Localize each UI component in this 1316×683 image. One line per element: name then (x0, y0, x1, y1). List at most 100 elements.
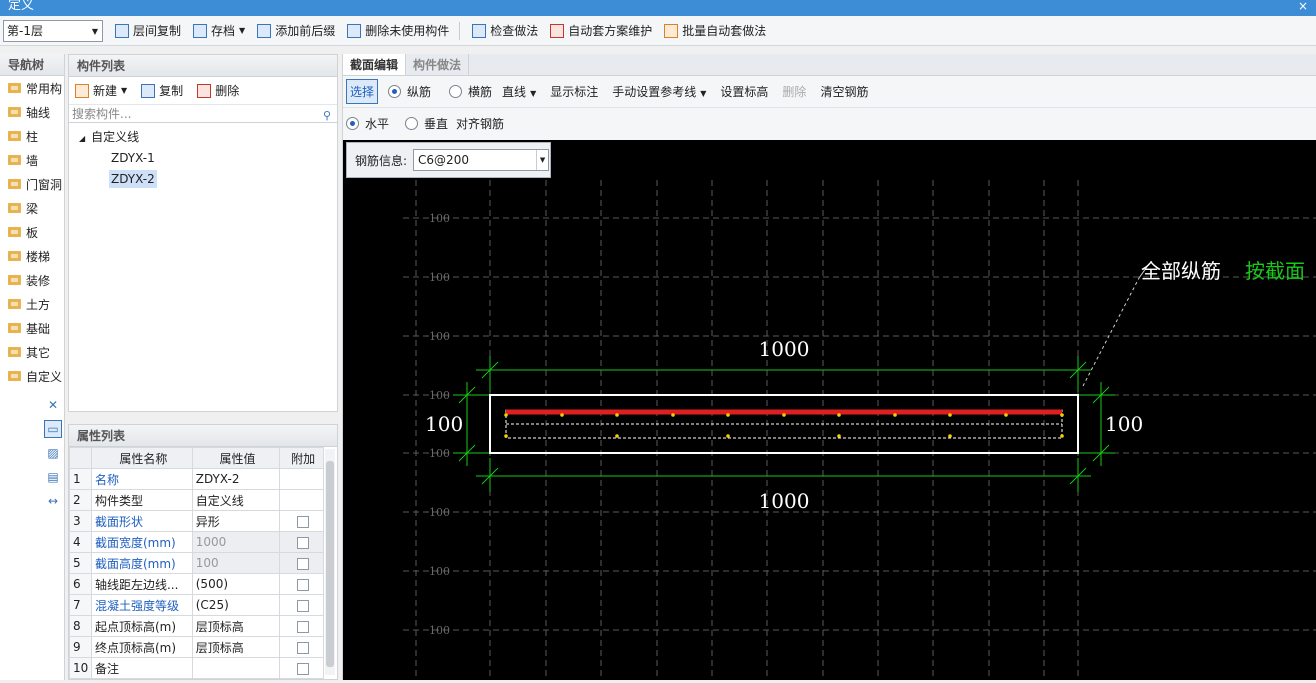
grid-label: 100 (429, 565, 450, 578)
property-value[interactable]: 异形 (191, 510, 281, 532)
nav-item[interactable]: 土方 (0, 292, 64, 316)
rect-tool-icon[interactable]: ▭ (44, 420, 62, 438)
property-row[interactable]: 10 备注 (69, 657, 324, 679)
nav-item-label: 楼梯 (26, 249, 51, 264)
property-value[interactable]: 1000 (191, 531, 281, 553)
nav-item[interactable]: 轴线 (0, 100, 64, 124)
manual-ref-dropdown[interactable]: 手动设置参考线 ▼ (612, 83, 706, 100)
property-checkbox[interactable] (297, 578, 310, 591)
nav-item[interactable]: 常用构 (0, 76, 64, 100)
delete-rebar-button[interactable]: 删除 (782, 83, 806, 100)
tab-section-edit[interactable]: 截面编辑 (343, 54, 407, 75)
property-checkbox[interactable] (297, 641, 310, 654)
nav-item[interactable]: 板 (0, 220, 64, 244)
property-row[interactable]: 2 构件类型 自定义线 (69, 489, 324, 511)
property-row[interactable]: 1 名称 ZDYX-2 (69, 468, 324, 490)
nav-item[interactable]: 门窗洞 (0, 172, 64, 196)
tab-component-method[interactable]: 构件做法 (406, 54, 470, 75)
property-row[interactable]: 3 截面形状 异形 (69, 510, 324, 532)
search-icon[interactable]: ⚲ (323, 107, 331, 125)
line-dropdown[interactable]: 直线 ▼ (502, 83, 536, 100)
select-button[interactable]: 选择 (346, 79, 379, 104)
property-name: 截面高度(mm) (90, 552, 193, 574)
set-elevation-button[interactable]: 设置标高 (720, 83, 768, 100)
delete-component-button[interactable]: 删除 (197, 82, 239, 99)
property-row[interactable]: 8 起点顶标高(m) 层顶标高 (69, 615, 324, 637)
property-row[interactable]: 4 截面宽度(mm) 1000 (69, 531, 324, 553)
nav-item[interactable]: 基础 (0, 316, 64, 340)
property-index: 9 (69, 636, 92, 658)
radio-vertical[interactable]: 垂直 (405, 115, 448, 132)
grid-label: 100 (429, 330, 450, 343)
radio-longitudinal[interactable]: 纵筋 (388, 83, 431, 100)
property-value[interactable]: (C25) (191, 594, 281, 616)
property-value[interactable]: 层顶标高 (191, 615, 281, 637)
archive-button[interactable]: 存档 ▼ (193, 22, 245, 39)
window-title: 定义 (8, 0, 35, 13)
property-checkbox[interactable] (297, 599, 310, 612)
batch-auto-button[interactable]: 批量自动套做法 (664, 22, 766, 39)
section-drawing[interactable]: 100100100100100100100100 1000 1000 100 1… (343, 140, 1316, 680)
rebar-points (504, 413, 1064, 438)
property-row[interactable]: 7 混凝土强度等级 (C25) (69, 594, 324, 616)
nav-item[interactable]: 墙 (0, 148, 64, 172)
tree-item-selected[interactable]: ZDYX-2 (69, 169, 337, 190)
property-value[interactable]: (500) (191, 573, 281, 595)
nav-item[interactable]: 柱 (0, 124, 64, 148)
property-checkbox[interactable] (297, 557, 310, 570)
property-value[interactable]: 层顶标高 (191, 636, 281, 658)
property-value[interactable]: 自定义线 (191, 489, 281, 511)
floor-select[interactable]: 第-1层 ▼ (3, 19, 103, 42)
new-component-button[interactable]: 新建 ▼ (75, 82, 127, 99)
hatch-tool-icon[interactable]: ▨ (44, 444, 62, 462)
manual-ref-label: 手动设置参考线 (612, 85, 697, 99)
folder-icon (8, 83, 21, 93)
component-search-input[interactable]: 搜索构件... ⚲ (69, 105, 337, 123)
drawing-canvas[interactable]: 100 100 100 100 100 100 100 100 1000 100… (343, 140, 1316, 680)
auto-scheme-button[interactable]: 自动套方案维护 (550, 22, 652, 39)
point-tool-icon[interactable]: ✕ (44, 396, 62, 414)
nav-item[interactable]: 装修 (0, 268, 64, 292)
nav-item[interactable]: 楼梯 (0, 244, 64, 268)
delete-unused-button[interactable]: 删除未使用构件 (347, 22, 449, 39)
property-row[interactable]: 9 终点顶标高(m) 层顶标高 (69, 636, 324, 658)
section-tool-icon[interactable]: ▤ (44, 468, 62, 486)
component-list-panel: 构件列表 新建 ▼ 复制 删除 搜索构件... ⚲ ◢ 自定义线 ZDYX-1 ZD… (68, 54, 338, 412)
nav-item[interactable]: 自定义 (0, 364, 64, 388)
radio-transverse[interactable]: 横筋 (449, 83, 492, 100)
property-value[interactable]: ZDYX-2 (191, 468, 281, 490)
collapse-triangle-icon[interactable]: ◢ (79, 134, 85, 143)
tree-root-row[interactable]: ◢ 自定义线 (69, 127, 337, 148)
radio-horizontal[interactable]: 水平 (346, 115, 389, 132)
scrollbar-thumb[interactable] (326, 461, 334, 667)
property-checkbox[interactable] (297, 620, 310, 633)
add-affix-button[interactable]: 添加前后缀 (257, 22, 335, 39)
show-marks-button[interactable]: 显示标注 (550, 83, 598, 100)
rebar-info-input[interactable]: C6@200 ▼ (413, 149, 550, 171)
tree-item[interactable]: ZDYX-1 (69, 148, 337, 169)
close-icon[interactable]: × (1298, 0, 1308, 12)
property-checkbox[interactable] (297, 662, 310, 675)
check-method-button[interactable]: 检查做法 (472, 22, 538, 39)
chevron-down-icon[interactable]: ▼ (536, 150, 548, 170)
copy-floor-button[interactable]: 层间复制 (115, 22, 181, 39)
nav-item[interactable]: 其它 (0, 340, 64, 364)
component-tree: ◢ 自定义线 ZDYX-1 ZDYX-2 (69, 123, 337, 190)
property-row[interactable]: 5 截面高度(mm) 100 (69, 552, 324, 574)
property-value[interactable]: 100 (191, 552, 281, 574)
clear-rebar-button[interactable]: 清空钢筋 (820, 83, 868, 100)
property-extra (279, 573, 324, 595)
property-value[interactable] (191, 657, 281, 679)
nav-item[interactable]: 梁 (0, 196, 64, 220)
folder-icon (8, 227, 21, 237)
chevron-down-icon: ▼ (530, 89, 537, 98)
properties-scrollbar[interactable] (325, 449, 335, 675)
copy-component-button[interactable]: 复制 (141, 82, 183, 99)
property-name: 截面形状 (90, 510, 193, 532)
dimension-tool-icon[interactable]: ↔ (44, 492, 62, 510)
property-checkbox[interactable] (297, 515, 310, 528)
align-rebar-button[interactable]: 对齐钢筋 (456, 115, 504, 132)
radio-horizontal-label: 水平 (365, 116, 390, 131)
property-row[interactable]: 6 轴线距左边线... (500) (69, 573, 324, 595)
property-checkbox[interactable] (297, 536, 310, 549)
